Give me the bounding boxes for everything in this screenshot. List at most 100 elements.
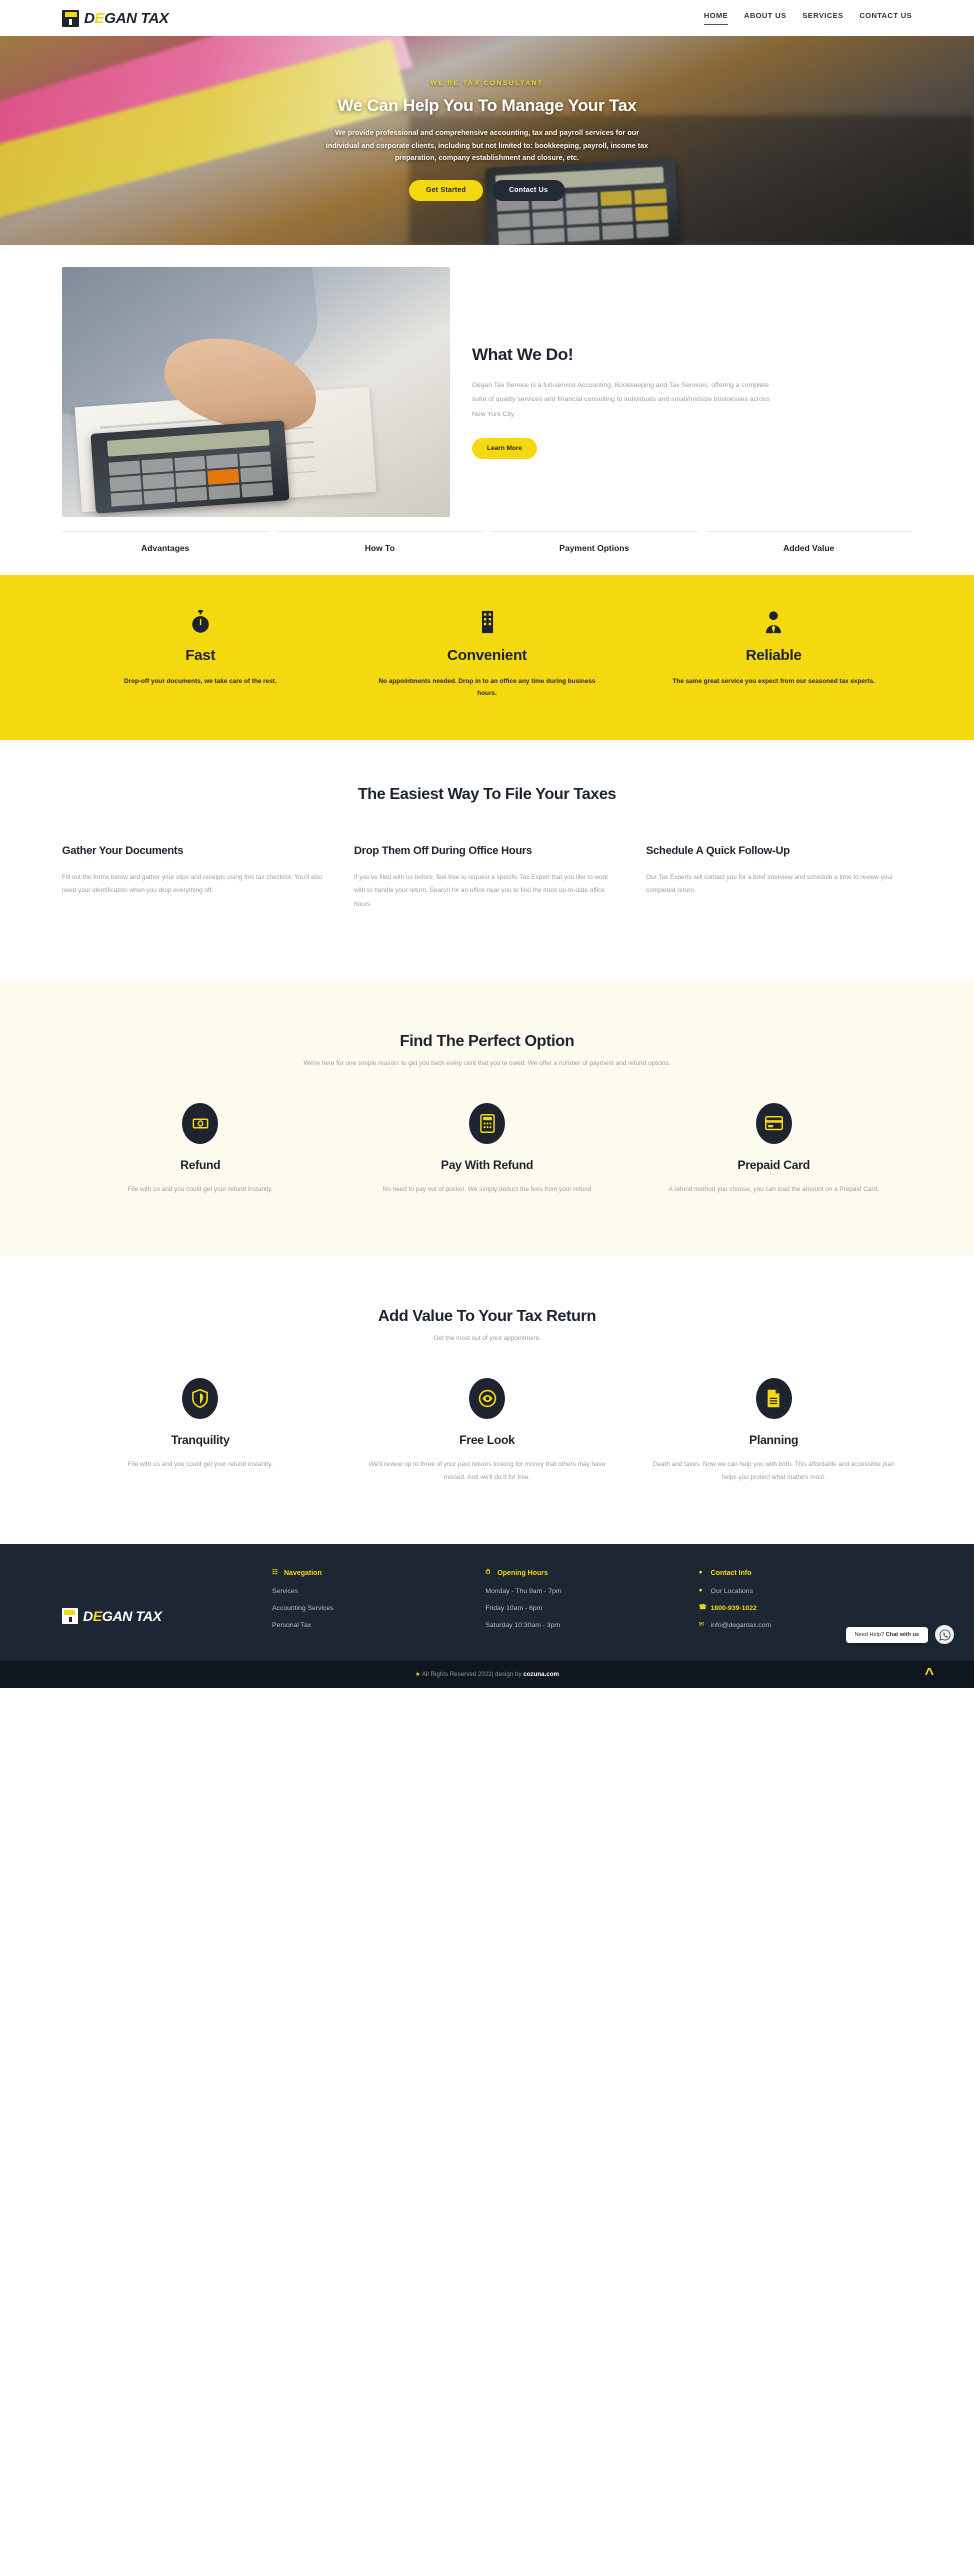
calculator-icon bbox=[469, 1102, 505, 1144]
footer-column-opening-hours: ⏱ Opening Hours Monday - Thu 9am - 7pm F… bbox=[485, 1570, 698, 1639]
easiest-way-section: The Easiest Way To File Your Taxes Gathe… bbox=[0, 739, 974, 981]
chat-prefix: Need Help? bbox=[854, 1631, 886, 1638]
add-value-subtitle: Get the most out of your appointment. bbox=[433, 1335, 541, 1343]
feature-reliable: Reliable The same great service you expe… bbox=[635, 609, 912, 700]
scroll-to-top-button[interactable]: ^ bbox=[925, 1666, 934, 1683]
eye-icon bbox=[469, 1378, 505, 1420]
design-credit-link[interactable]: cozuna.com bbox=[523, 1671, 559, 1678]
nav-icon: ☷ bbox=[272, 1569, 278, 1577]
nav-item-home[interactable]: HOME bbox=[703, 11, 729, 25]
contact-phone[interactable]: ☎ 1800-939-1022 bbox=[699, 1605, 912, 1612]
hours-monday-thursday: Monday - Thu 9am - 7pm bbox=[485, 1588, 562, 1596]
feature-description: No appointments needed. Drop in to an of… bbox=[378, 678, 596, 697]
step-title: Schedule A Quick Follow-Up bbox=[646, 844, 790, 857]
option-title: Prepaid Card bbox=[737, 1157, 810, 1172]
easiest-way-title: The Easiest Way To File Your Taxes bbox=[357, 785, 617, 803]
document-icon bbox=[755, 1378, 792, 1420]
footer-column-navegation: ☷ Navegation Services Accounting Service… bbox=[272, 1570, 485, 1639]
envelope-icon: ✉ bbox=[698, 1621, 705, 1629]
step-description: Fill out the forms below and gather your… bbox=[62, 874, 323, 895]
feature-description: Drop-off your documents, we take care of… bbox=[123, 678, 277, 685]
get-started-button[interactable]: Get Started bbox=[409, 179, 483, 201]
nav-item-contact-us[interactable]: CONTACT US bbox=[859, 11, 912, 25]
phone-icon: ☎ bbox=[698, 1604, 707, 1612]
hero-title: We Can Help You To Manage Your Tax bbox=[337, 96, 637, 116]
footer-link-accounting-services[interactable]: Accounting Services bbox=[272, 1605, 485, 1612]
option-cards-row: Refund File with us and you could get yo… bbox=[62, 1102, 912, 1196]
clock-icon: ⏱ bbox=[485, 1569, 491, 1577]
footer-heading-label: Opening Hours bbox=[497, 1570, 548, 1578]
hero-description: We provide professional and comprehensiv… bbox=[325, 128, 649, 163]
value-tranquility: Tranquility File with us and you could g… bbox=[62, 1378, 339, 1484]
step-description: If you've filed with us before, feel fre… bbox=[354, 874, 609, 908]
hours-saturday: Saturday 10:30am - 3pm bbox=[485, 1622, 561, 1630]
chat-widget[interactable]: Need Help? Chat with us bbox=[845, 1625, 954, 1645]
chat-bubble-text[interactable]: Need Help? Chat with us bbox=[845, 1626, 928, 1643]
tab-advantages[interactable]: Advantages bbox=[62, 531, 269, 553]
landing-page: DEGAN TAX HOME ABOUT US SERVICES CONTACT… bbox=[0, 0, 974, 1689]
contact-us-button[interactable]: Contact Us bbox=[491, 179, 565, 201]
footer-logo-text: DEGAN TAX bbox=[83, 1607, 162, 1624]
step-schedule-follow-up: Schedule A Quick Follow-Up Our Tax Exper… bbox=[646, 844, 912, 911]
features-band: Fast Drop-off your documents, we take ca… bbox=[0, 575, 974, 740]
what-we-do-title: What We Do! bbox=[472, 345, 574, 364]
person-tie-icon bbox=[635, 609, 912, 635]
contact-our-locations[interactable]: ● Our Locations bbox=[699, 1588, 912, 1595]
step-description: Our Tax Experts will contact you for a b… bbox=[646, 874, 894, 895]
steps-row: Gather Your Documents Fill out the forms… bbox=[62, 844, 912, 911]
copyright-text: ★ All Rights Reserved 2022| design by co… bbox=[415, 1671, 559, 1678]
copyright-prefix: All Rights Reserved 2022| design by bbox=[421, 1671, 524, 1679]
feature-fast: Fast Drop-off your documents, we take ca… bbox=[62, 609, 339, 700]
value-title: Tranquility bbox=[171, 1433, 230, 1448]
feature-title: Fast bbox=[185, 647, 216, 664]
what-we-do-image bbox=[62, 267, 450, 517]
option-description: No need to pay out of pocket. We simply … bbox=[382, 1185, 592, 1193]
footer-link-personal-tax[interactable]: Personal Tax bbox=[272, 1622, 485, 1629]
feature-description: The same great service you expect from o… bbox=[672, 678, 875, 685]
star-icon: ★ bbox=[414, 1671, 421, 1679]
option-pay-with-refund: Pay With Refund No need to pay out of po… bbox=[349, 1102, 626, 1196]
logo-mark-icon bbox=[62, 9, 79, 27]
step-drop-them-off: Drop Them Off During Office Hours If you… bbox=[354, 844, 620, 911]
contact-label: Our Locations bbox=[710, 1588, 753, 1596]
money-icon bbox=[182, 1102, 219, 1144]
perfect-option-subtitle: We're here for one simple reason: to get… bbox=[303, 1059, 671, 1067]
value-description: Death and taxes. Now we can help you wit… bbox=[652, 1461, 895, 1481]
learn-more-button[interactable]: Learn More bbox=[472, 437, 538, 459]
what-we-do-text: What We Do! Degan Tax Service is a full-… bbox=[472, 267, 772, 459]
what-we-do-description: Degan Tax Service is a full-service Acco… bbox=[472, 382, 770, 418]
option-prepaid-card: Prepaid Card A refund method you choose,… bbox=[635, 1102, 912, 1196]
option-refund: Refund File with us and you could get yo… bbox=[62, 1102, 339, 1196]
footer-link-services[interactable]: Services bbox=[272, 1588, 485, 1595]
feature-convenient: Convenient No appointments needed. Drop … bbox=[349, 609, 626, 700]
image-calculator-shape bbox=[90, 420, 290, 514]
option-description: File with us and you could get your refu… bbox=[127, 1185, 273, 1193]
hero-eyebrow: WE'RE TAX CONSULTANT bbox=[430, 80, 544, 88]
hours-friday: Friday 10am - 6pm bbox=[485, 1605, 543, 1613]
tab-how-to[interactable]: How To bbox=[276, 531, 483, 553]
option-title: Pay With Refund bbox=[440, 1157, 534, 1172]
step-gather-documents: Gather Your Documents Fill out the forms… bbox=[62, 844, 328, 911]
building-icon bbox=[349, 609, 626, 635]
image-calculator-keys bbox=[108, 451, 274, 507]
value-free-look: Free Look We'll review up to three of yo… bbox=[349, 1378, 626, 1484]
credit-card-icon bbox=[755, 1102, 792, 1144]
tab-added-value[interactable]: Added Value bbox=[705, 531, 912, 553]
nav-item-about-us[interactable]: ABOUT US bbox=[744, 11, 786, 25]
logo[interactable]: DEGAN TAX bbox=[62, 9, 169, 27]
contact-label: 1800-939-1022 bbox=[710, 1605, 757, 1613]
footer-heading-label: Navegation bbox=[284, 1570, 322, 1578]
add-value-section: Add Value To Your Tax Return Get the mos… bbox=[0, 1256, 974, 1545]
shield-icon bbox=[182, 1378, 219, 1420]
nav-item-services[interactable]: SERVICES bbox=[802, 11, 843, 25]
chat-strong: Chat with us bbox=[885, 1631, 919, 1638]
hero-content: WE'RE TAX CONSULTANT We Can Help You To … bbox=[277, 80, 697, 201]
what-we-do-section: What We Do! Degan Tax Service is a full-… bbox=[0, 245, 974, 517]
footer-heading: ● Contact Info bbox=[699, 1570, 912, 1577]
footer-logo[interactable]: DEGAN TAX bbox=[62, 1570, 272, 1639]
section-tabs: Advantages How To Payment Options Added … bbox=[0, 517, 974, 575]
main-nav: HOME ABOUT US SERVICES CONTACT US bbox=[703, 11, 912, 25]
whatsapp-icon[interactable] bbox=[935, 1625, 954, 1645]
hero-buttons: Get Started Contact Us bbox=[277, 179, 697, 201]
tab-payment-options[interactable]: Payment Options bbox=[491, 531, 698, 553]
